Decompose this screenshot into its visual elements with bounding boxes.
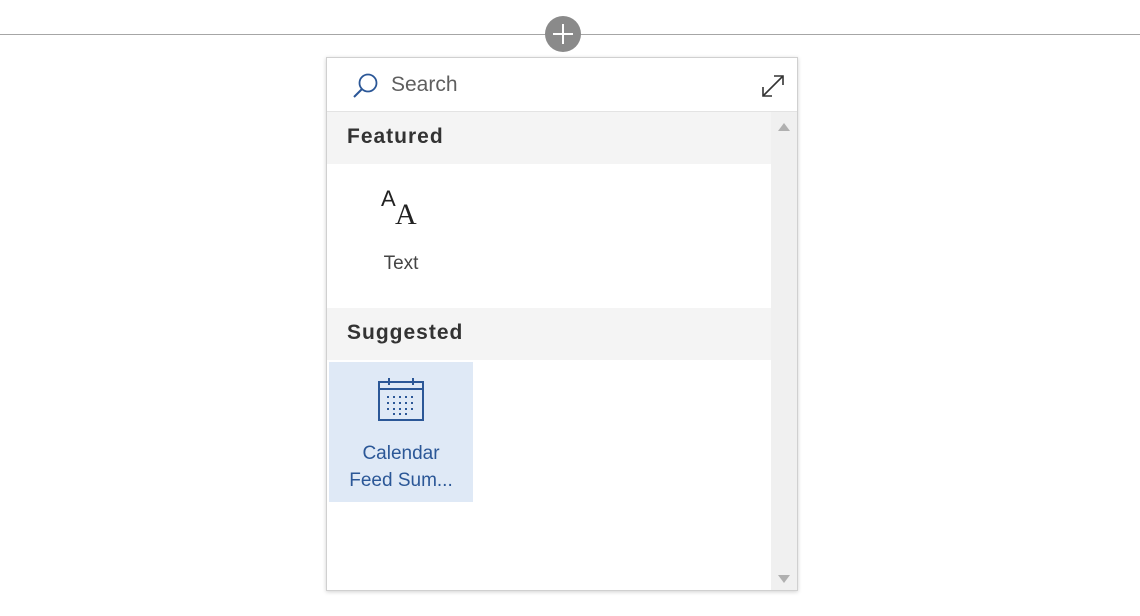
svg-text:A: A	[395, 198, 417, 228]
scroll-down-arrow-icon[interactable]	[777, 574, 791, 584]
calendar-feed-summary-tile[interactable]: Calendar Feed Sum...	[329, 362, 473, 502]
search-icon	[353, 73, 378, 98]
text-webpart-label: Text	[383, 253, 419, 274]
featured-section-header: Featured	[327, 112, 771, 164]
calendar-feed-summary-label-line1: Calendar	[362, 443, 440, 464]
expand-icon[interactable]	[757, 70, 789, 102]
calendar-feed-summary-label-line2: Feed Sum...	[349, 470, 453, 491]
search-input[interactable]	[391, 70, 731, 100]
vertical-scrollbar[interactable]	[771, 112, 797, 590]
page-canvas: Featured A A Text Suggested	[0, 0, 1140, 616]
text-icon: A A	[381, 186, 417, 228]
featured-section-title: Featured	[347, 125, 444, 148]
search-bar	[327, 58, 797, 112]
scroll-up-arrow-icon[interactable]	[777, 122, 791, 132]
svg-text:A: A	[381, 186, 396, 211]
calendar-icon	[378, 378, 424, 421]
suggested-section-title: Suggested	[347, 321, 464, 344]
webpart-toolbox-panel: Featured A A Text Suggested	[326, 57, 798, 591]
suggested-section-header: Suggested	[327, 308, 771, 360]
text-webpart-tile[interactable]: A A Text	[329, 170, 473, 310]
webpart-list: Featured A A Text Suggested Calendar Fee…	[327, 112, 771, 590]
add-webpart-button[interactable]	[545, 16, 581, 52]
